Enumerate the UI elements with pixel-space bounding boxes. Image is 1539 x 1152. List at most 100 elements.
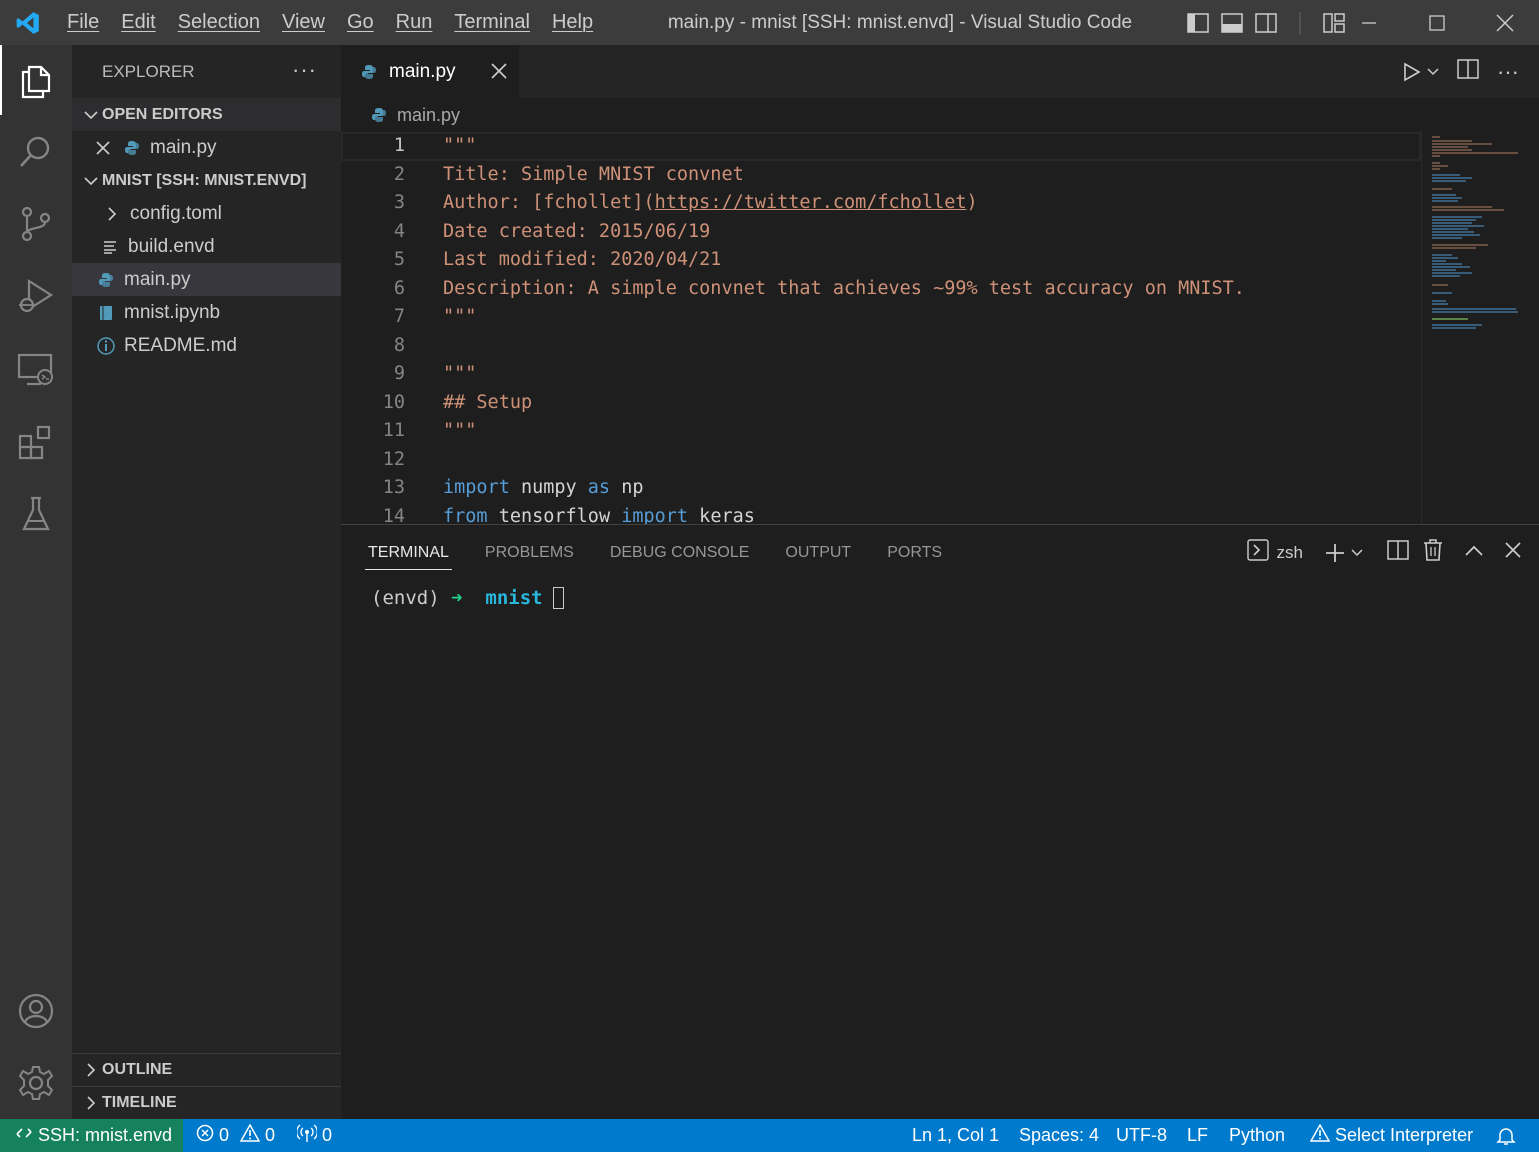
more-actions-icon[interactable]: ···: [292, 57, 317, 83]
extensions-icon[interactable]: [0, 407, 72, 477]
file-tree-item[interactable]: README.md: [72, 329, 341, 362]
title-bar: File Edit Selection View Go Run Terminal…: [0, 0, 1539, 45]
tab-terminal[interactable]: TERMINAL: [365, 525, 452, 580]
select-interpreter[interactable]: Select Interpreter: [1309, 1119, 1473, 1152]
testing-icon[interactable]: [0, 479, 72, 549]
menu-file[interactable]: File: [56, 0, 110, 45]
code-line: 6 Description: A simple convnet that achi…: [341, 275, 1421, 304]
code-line: 8: [341, 332, 1421, 361]
file-label: main.py: [124, 268, 191, 290]
code-line: 14 from tensorflow import keras: [341, 503, 1421, 525]
open-editor-item[interactable]: main.py: [72, 131, 341, 164]
remote-icon: [16, 1125, 32, 1146]
file-tree-item-selected[interactable]: main.py: [72, 263, 341, 296]
split-editor-icon[interactable]: [1457, 59, 1479, 84]
cursor-position[interactable]: Ln 1, Col 1: [912, 1119, 999, 1152]
close-tab-icon[interactable]: [491, 59, 507, 85]
terminal-panel: TERMINAL PROBLEMS DEBUG CONSOLE OUTPUT P…: [341, 524, 1539, 1119]
problems-status[interactable]: 0 0: [196, 1119, 275, 1152]
menu-selection[interactable]: Selection: [167, 0, 271, 45]
menu-go[interactable]: Go: [336, 0, 385, 45]
file-tree-item[interactable]: config.toml: [72, 197, 341, 230]
breadcrumb: main.py: [341, 98, 1539, 132]
line-number: 10: [382, 391, 405, 413]
tab-debug-console[interactable]: DEBUG CONSOLE: [610, 525, 750, 580]
explorer-icon[interactable]: [0, 45, 72, 115]
tab-problems[interactable]: PROBLEMS: [485, 525, 574, 580]
accounts-icon[interactable]: [0, 976, 72, 1046]
open-editors-section[interactable]: OPEN EDITORS: [72, 98, 341, 131]
minimize-icon[interactable]: [1335, 0, 1403, 45]
code-editor[interactable]: 1 """ 2 Title: Simple MNIST convnet 3 Autho…: [341, 132, 1421, 524]
code-text: """: [443, 363, 477, 384]
editor-actions: ···: [1403, 45, 1519, 98]
indentation[interactable]: Spaces: 4: [1019, 1119, 1099, 1152]
tab-main-py[interactable]: main.py: [341, 45, 519, 98]
identifier: np: [610, 477, 644, 498]
terminal-shell-selector[interactable]: zsh: [1246, 539, 1303, 566]
close-window-icon[interactable]: [1471, 0, 1539, 45]
source-control-icon[interactable]: [0, 189, 72, 259]
notifications-bell-icon[interactable]: [1496, 1119, 1516, 1152]
close-editor-icon[interactable]: [72, 140, 110, 155]
editor-tab-bar: main.py ···: [341, 45, 1539, 98]
search-icon[interactable]: [0, 117, 72, 187]
file-label: build.envd: [128, 235, 215, 257]
timeline-section[interactable]: TIMELINE: [72, 1086, 341, 1119]
language-mode[interactable]: Python: [1229, 1119, 1285, 1152]
terminal-prompt[interactable]: (envd) ➜ mnist: [371, 587, 564, 609]
code-link[interactable]: https://twitter.com/fchollet: [655, 192, 967, 213]
tab-output[interactable]: OUTPUT: [785, 525, 851, 580]
prompt-arrow: ➜: [451, 587, 463, 609]
maximize-panel-chevron-up-icon[interactable]: [1465, 544, 1483, 562]
code-text: Description: A simple convnet that achie…: [443, 277, 1245, 299]
forwarded-ports-status[interactable]: 0: [296, 1119, 332, 1152]
code-text-part: Author: [fchollet](: [443, 192, 655, 213]
keyword: from: [443, 505, 488, 525]
code-text: import numpy as np: [443, 474, 644, 503]
divider: [1288, 11, 1312, 35]
vscode-logo-icon: [0, 0, 56, 45]
activity-bar: [0, 45, 72, 1119]
keyword: import: [621, 505, 689, 525]
menu-edit[interactable]: Edit: [110, 0, 166, 45]
code-line: 3 Author: [fchollet](https://twitter.com/…: [341, 189, 1421, 218]
breadcrumb-file[interactable]: main.py: [397, 105, 460, 126]
menu-help[interactable]: Help: [541, 0, 604, 45]
code-line: 2 Title: Simple MNIST convnet: [341, 161, 1421, 190]
tab-ports[interactable]: PORTS: [887, 525, 942, 580]
remote-explorer-icon[interactable]: [0, 335, 72, 405]
maximize-icon[interactable]: [1403, 0, 1471, 45]
toggle-secondary-sidebar-icon[interactable]: [1254, 11, 1278, 35]
file-tree-item[interactable]: mnist.ipynb: [72, 296, 341, 329]
folder-section[interactable]: MNIST [SSH: MNIST.ENVD]: [72, 164, 341, 197]
file-label: config.toml: [130, 202, 222, 224]
menu-view[interactable]: View: [271, 0, 336, 45]
remote-indicator[interactable]: SSH: mnist.envd: [0, 1119, 183, 1152]
file-tree-item[interactable]: build.envd: [72, 230, 341, 263]
toggle-primary-sidebar-icon[interactable]: [1186, 11, 1210, 35]
terminal-icon: [1246, 539, 1269, 566]
explorer-header: EXPLORER ···: [72, 45, 341, 98]
new-terminal-icon[interactable]: [1325, 543, 1363, 563]
end-of-line[interactable]: LF: [1187, 1119, 1208, 1152]
kill-terminal-trash-icon[interactable]: [1423, 539, 1443, 566]
outline-section[interactable]: OUTLINE: [72, 1053, 341, 1086]
toggle-panel-icon[interactable]: [1220, 11, 1244, 35]
menu-run[interactable]: Run: [385, 0, 444, 45]
split-terminal-icon[interactable]: [1387, 540, 1409, 565]
manage-gear-icon[interactable]: [0, 1048, 72, 1118]
menu-terminal[interactable]: Terminal: [443, 0, 541, 45]
code-text: """: [443, 420, 477, 441]
minimap[interactable]: [1421, 132, 1539, 524]
more-editor-actions-icon[interactable]: ···: [1497, 59, 1519, 85]
line-number: 1: [393, 135, 405, 156]
run-python-file-icon[interactable]: [1403, 62, 1439, 82]
broadcast-icon: [296, 1124, 318, 1147]
encoding[interactable]: UTF-8: [1116, 1119, 1167, 1152]
code-text: Date created: 2015/06/19: [443, 220, 711, 242]
line-number: 8: [393, 334, 405, 356]
sidebar-bottom-sections: OUTLINE TIMELINE: [72, 1053, 341, 1119]
close-panel-icon[interactable]: [1505, 542, 1521, 563]
run-and-debug-icon[interactable]: [0, 261, 72, 331]
